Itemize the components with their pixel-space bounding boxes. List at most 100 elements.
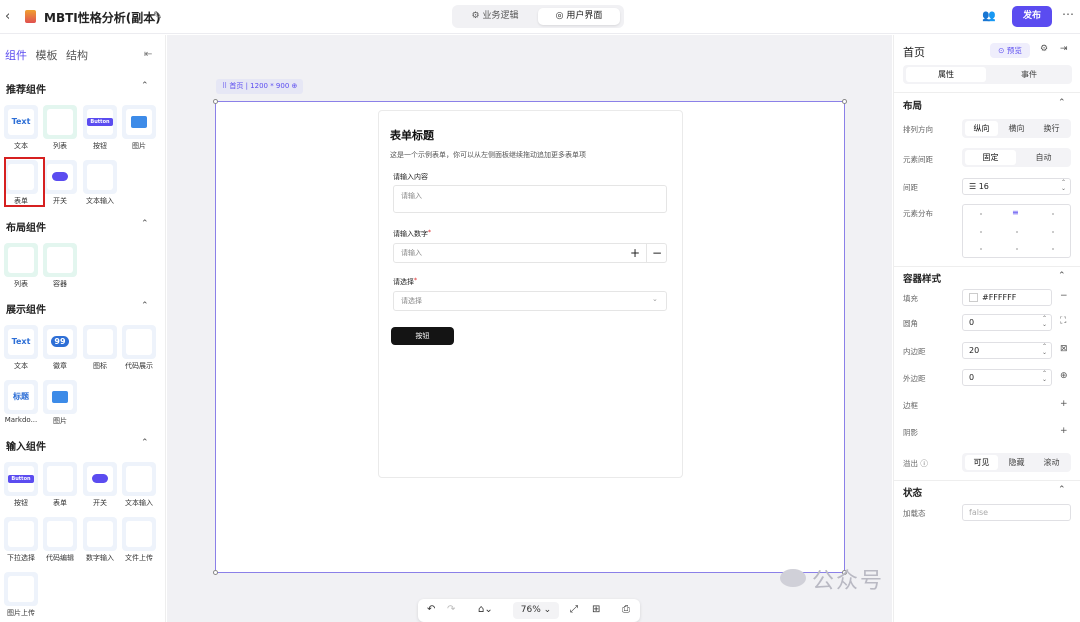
direction-vertical[interactable]: 纵向 — [965, 121, 998, 136]
collapse-panel-icon[interactable]: ⇤ — [144, 49, 152, 60]
select-icon — [8, 521, 34, 547]
radius-input[interactable]: 0 ⌃ ⌄ — [962, 314, 1052, 331]
image-icon — [47, 384, 73, 410]
chevron-up-icon[interactable]: ⌃ — [141, 438, 149, 448]
remove-fill-icon[interactable]: − — [1060, 291, 1068, 301]
number-input-field[interactable]: 请输入 — [393, 243, 667, 263]
resize-handle[interactable] — [213, 99, 218, 104]
tab-business-logic[interactable]: ⚙ 业务逻辑 — [456, 8, 534, 25]
margin-icon[interactable]: ⊕ — [1060, 371, 1068, 381]
form-submit-button[interactable]: 按钮 — [391, 327, 454, 345]
chevron-up-icon[interactable]: ⌃ — [141, 219, 149, 229]
overflow-segment: 可见 隐藏 滚动 — [962, 453, 1071, 472]
tab-user-interface[interactable]: ◎ 用户界面 — [538, 8, 620, 25]
component-switch[interactable] — [83, 462, 117, 496]
overflow-visible[interactable]: 可见 — [965, 455, 998, 470]
overflow-hidden[interactable]: 隐藏 — [1000, 455, 1033, 470]
form-description: 这是一个示例表单，你可以从左侧面板继续拖动追加更多表单项 — [390, 151, 586, 159]
gap-auto[interactable]: 自动 — [1018, 150, 1069, 165]
redo-icon[interactable]: ↷ — [447, 604, 455, 615]
chevron-up-icon[interactable]: ⌃ — [1058, 271, 1066, 281]
component-input[interactable] — [83, 160, 117, 194]
preview-button[interactable]: ⊙ 预览 — [990, 43, 1030, 58]
corner-icon[interactable]: ⛶ — [1060, 316, 1066, 326]
publish-button[interactable]: 发布 — [1012, 6, 1052, 27]
zoom-select[interactable]: 76% ⌄ — [513, 602, 559, 619]
export-icon[interactable]: ⎙ — [622, 604, 630, 615]
state-heading: 状态 — [903, 488, 923, 499]
component-form[interactable] — [43, 462, 77, 496]
chevron-up-icon[interactable]: ⌃ — [141, 81, 149, 91]
upload-icon — [126, 521, 152, 547]
resize-handle[interactable] — [842, 99, 847, 104]
component-label: 文本输入 — [86, 197, 114, 205]
chevron-up-icon[interactable]: ⌃ — [1058, 98, 1066, 108]
overflow-scroll[interactable]: 滚动 — [1035, 455, 1068, 470]
panel-toggle-icon[interactable]: ⇥ — [1060, 44, 1068, 54]
section-heading: 推荐组件 — [6, 85, 46, 96]
gap-fixed[interactable]: 固定 — [965, 150, 1016, 165]
component-switch[interactable] — [43, 160, 77, 194]
component-image-upload[interactable] — [4, 572, 38, 606]
component-code-edit[interactable] — [43, 517, 77, 551]
loading-input[interactable]: false — [962, 504, 1071, 521]
component-label: 文件上传 — [125, 554, 153, 562]
fit-screen-icon[interactable]: ⤢ — [570, 604, 578, 615]
component-label: Markdo... — [4, 416, 38, 424]
add-shadow-icon[interactable]: + — [1060, 426, 1068, 436]
undo-icon[interactable]: ↶ — [427, 604, 435, 615]
component-image[interactable] — [43, 380, 77, 414]
more-icon[interactable]: ⋯ — [1062, 7, 1074, 21]
tab-properties[interactable]: 属性 — [906, 67, 986, 82]
padding-icon[interactable]: ⊠ — [1060, 344, 1068, 354]
component-code[interactable] — [122, 325, 156, 359]
direction-horizontal[interactable]: 横向 — [1000, 121, 1033, 136]
tab-events[interactable]: 事件 — [989, 67, 1069, 82]
app-title: MBTI性格分析(副本) — [44, 11, 161, 25]
component-input[interactable] — [122, 462, 156, 496]
back-icon[interactable]: ‹ — [5, 9, 10, 24]
add-border-icon[interactable]: + — [1060, 399, 1068, 409]
component-text[interactable]: Text — [4, 325, 38, 359]
tab-components[interactable]: 组件 — [5, 47, 27, 63]
edit-icon[interactable]: ✎ — [153, 9, 162, 22]
component-list[interactable] — [43, 105, 77, 139]
spacing-input[interactable]: ☰ 16 ⌃ ⌄ — [962, 178, 1071, 195]
component-panel: 组件 模板 结构 ⇤ 推荐组件 ⌃ Text 文本 列表 Button 按钮 图片 表单 开关 文本… — [0, 35, 166, 622]
component-text[interactable]: Text — [4, 105, 38, 139]
padding-input[interactable]: 20 ⌃ ⌄ — [962, 342, 1052, 359]
component-markdown[interactable]: 标题 — [4, 380, 38, 414]
component-image[interactable] — [122, 105, 156, 139]
badge-icon: 99 — [47, 329, 73, 355]
component-list[interactable] — [4, 243, 38, 277]
minus-icon[interactable]: − — [652, 246, 662, 260]
resize-handle[interactable] — [213, 570, 218, 575]
grid-icon[interactable]: ⊞ — [592, 604, 600, 615]
component-select[interactable] — [4, 517, 38, 551]
component-container[interactable] — [43, 243, 77, 277]
component-upload[interactable] — [122, 517, 156, 551]
mouse-mode-icon[interactable]: ⌂⌄ — [478, 604, 493, 615]
component-button[interactable]: Button — [83, 105, 117, 139]
component-button[interactable]: Button — [4, 462, 38, 496]
distribution-grid[interactable]: ≡ — [962, 204, 1071, 258]
component-label: 图片 — [132, 142, 146, 150]
plus-icon[interactable]: + — [630, 246, 640, 260]
fill-color-input[interactable]: #FFFFFF — [962, 289, 1052, 306]
chevron-up-icon[interactable]: ⌃ — [141, 301, 149, 311]
select-field[interactable]: 请选择 — [393, 291, 667, 311]
users-icon[interactable]: 👥 — [982, 9, 996, 22]
color-swatch[interactable] — [969, 293, 978, 302]
direction-wrap[interactable]: 换行 — [1035, 121, 1068, 136]
margin-input[interactable]: 0 ⌃ ⌄ — [962, 369, 1052, 386]
component-badge[interactable]: 99 — [43, 325, 77, 359]
page-breadcrumb[interactable]: ⠿ 首页 | 1200 * 900 ⊕ — [216, 79, 304, 94]
tab-templates[interactable]: 模板 — [36, 47, 58, 63]
top-bar: ‹ MBTI性格分析(副本) ✎ ⚙ 业务逻辑 ◎ 用户界面 👥 发布 ⋯ — [0, 0, 1080, 34]
settings-icon[interactable]: ⚙ — [1040, 44, 1048, 54]
component-icon[interactable] — [83, 325, 117, 359]
tab-structure[interactable]: 结构 — [66, 47, 88, 63]
chevron-up-icon[interactable]: ⌃ — [1058, 485, 1066, 495]
component-number[interactable] — [83, 517, 117, 551]
text-input-field[interactable]: 请输入 — [393, 185, 667, 213]
